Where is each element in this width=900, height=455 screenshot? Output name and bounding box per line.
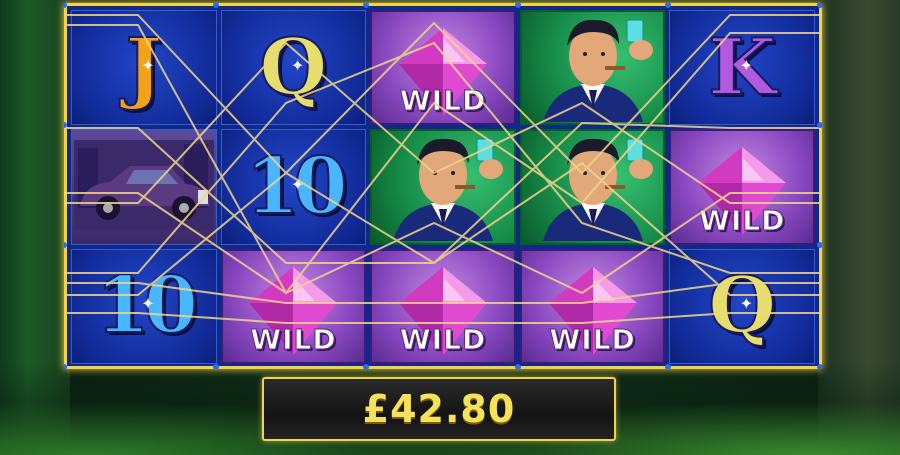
reel-cell: WILD [370,248,516,364]
reel-cell: J ✦ [71,10,217,126]
reel-cell [519,129,666,245]
win-amount-panel: £42.80 [262,377,616,441]
reel-cell [519,10,666,126]
reel-grid-frame: J ✦ Q ✦ WILD K ✦ 10 ✦ WILD 10 ✦ WILD WILD WILD Q ✦ [64,3,822,369]
reel-cell [370,129,516,245]
wild-label: WILD [250,323,337,357]
reel-cell: 10 ✦ [220,129,367,245]
gangster-with-diamond-icon [523,131,663,242]
reel-cell: WILD [220,248,367,364]
sparkle-icon: ✦ [290,55,305,75]
wild-label: WILD [699,203,786,237]
gangster-with-diamond-icon [523,12,663,123]
wild-label: WILD [399,84,487,118]
vintage-car-icon [73,139,214,234]
reel-cell: 10 ✦ [71,248,217,364]
reel-cell: WILD [370,10,516,126]
wild-label: WILD [549,323,636,357]
reel-cell: Q ✦ [220,10,367,126]
reel-grid: J ✦ Q ✦ WILD K ✦ 10 ✦ WILD 10 ✦ WILD WILD WILD Q ✦ [71,10,815,364]
sparkle-icon: ✦ [141,294,155,314]
sparkle-icon: ✦ [739,294,754,314]
sparkle-icon: ✦ [739,55,754,75]
wild-label: WILD [399,323,487,357]
reel-cell: WILD [669,129,815,245]
sparkle-icon: ✦ [290,174,305,194]
reel-cell: WILD [519,248,666,364]
win-amount: £42.80 [362,387,516,431]
reel-cell: K ✦ [669,10,815,126]
reel-cell [71,129,217,245]
gangster-with-diamond-icon [373,131,513,242]
reel-cell: Q ✦ [669,248,815,364]
sparkle-icon: ✦ [141,55,155,75]
